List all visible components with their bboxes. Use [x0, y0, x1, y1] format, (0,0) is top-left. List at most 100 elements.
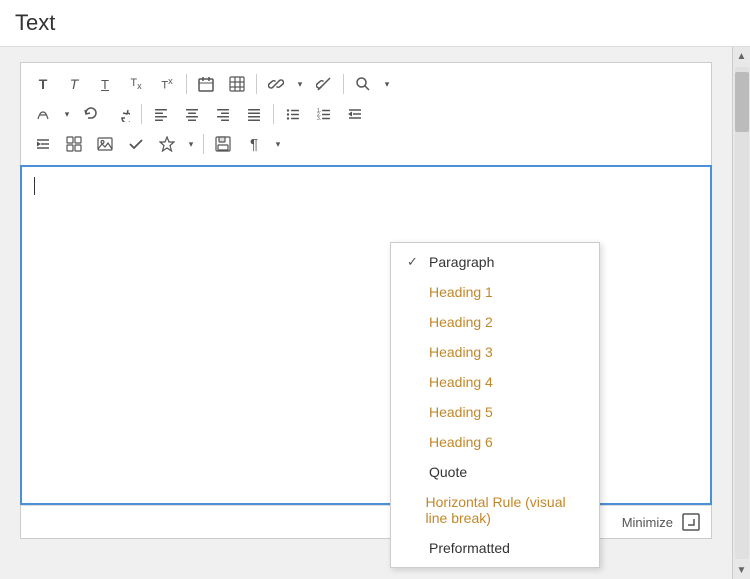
dropdown-item-heading1[interactable]: Heading 1 [391, 277, 599, 307]
table-button[interactable] [60, 131, 88, 157]
bold-button[interactable]: T [29, 71, 57, 97]
checkmark-button[interactable] [122, 131, 150, 157]
checkmark-icon [128, 136, 144, 152]
special-char-dropdown-button[interactable]: ▾ [60, 101, 74, 127]
page-header: Text [0, 0, 750, 47]
dropdown-label-heading1: Heading 1 [429, 284, 493, 300]
scroll-thumb[interactable] [735, 72, 749, 132]
link-icon [268, 76, 284, 92]
dropdown-label-quote: Quote [429, 464, 467, 480]
dropdown-label-paragraph: Paragraph [429, 254, 494, 270]
dropdown-label-heading2: Heading 2 [429, 314, 493, 330]
chevron-down-icon-4: ▾ [189, 139, 194, 150]
toolbar-row-3: ▾ ¶ ▾ [29, 129, 703, 159]
dropdown-item-heading6[interactable]: Heading 6 [391, 427, 599, 457]
image-icon [97, 136, 113, 152]
insert-date-button[interactable] [192, 71, 220, 97]
save-icon [215, 136, 231, 152]
align-left-icon [153, 106, 169, 122]
star-dropdown-button[interactable]: ▾ [184, 131, 198, 157]
dropdown-label-preformatted: Preformatted [429, 540, 510, 556]
align-justify-button[interactable] [240, 101, 268, 127]
main-content: T T T Tx Tx [0, 47, 750, 579]
align-right-icon [215, 106, 231, 122]
paragraph-style-dropdown: ✓ Paragraph Heading 1 Heading 2 Heading … [390, 242, 600, 568]
scroll-track[interactable] [735, 67, 749, 559]
pilcrow-dropdown-button[interactable]: ▾ [271, 131, 285, 157]
dropdown-label-heading6: Heading 6 [429, 434, 493, 450]
undo-icon [83, 106, 99, 122]
align-center-button[interactable] [178, 101, 206, 127]
underline-button[interactable]: T [91, 71, 119, 97]
page-title: Text [15, 10, 55, 36]
dropdown-item-preformatted[interactable]: Preformatted [391, 533, 599, 563]
superscript-button[interactable]: Tx [153, 71, 181, 97]
underline-icon: T [101, 77, 109, 92]
dropdown-label-heading3: Heading 3 [429, 344, 493, 360]
svg-text:3.: 3. [317, 116, 321, 122]
toolbar-row-1: T T T Tx Tx [29, 69, 703, 99]
link-button[interactable] [262, 71, 290, 97]
search-button[interactable] [349, 71, 377, 97]
save-button[interactable] [209, 131, 237, 157]
page-container: Text T T T Tx Tx [0, 0, 750, 579]
star-icon [159, 136, 175, 152]
dropdown-item-horizontal-rule[interactable]: Horizontal Rule (visual line break) [391, 487, 599, 533]
dropdown-item-heading3[interactable]: Heading 3 [391, 337, 599, 367]
insert-table-button[interactable] [223, 71, 251, 97]
dropdown-label-heading5: Heading 5 [429, 404, 493, 420]
scrollbar: ▲ ▼ [732, 47, 750, 579]
editor-body[interactable] [20, 165, 712, 505]
bullet-list-button[interactable] [279, 101, 307, 127]
outdent-icon [347, 106, 363, 122]
align-left-button[interactable] [147, 101, 175, 127]
subscript-button[interactable]: Tx [122, 71, 150, 97]
indent-icon [35, 136, 51, 152]
unlink-button[interactable] [310, 71, 338, 97]
numbered-list-button[interactable]: 1. 2. 3. [310, 101, 338, 127]
search-dropdown-button[interactable]: ▾ [380, 71, 394, 97]
scroll-down-arrow[interactable]: ▼ [733, 561, 750, 579]
unlink-icon [316, 76, 332, 92]
subscript-icon: Tx [130, 77, 141, 91]
chevron-down-icon-2: ▾ [385, 79, 390, 90]
editor-footer: Minimize [20, 505, 712, 539]
check-icon: ✓ [407, 254, 421, 270]
dropdown-item-paragraph[interactable]: ✓ Paragraph [391, 247, 599, 277]
dropdown-label-heading4: Heading 4 [429, 374, 493, 390]
indent-button[interactable] [29, 131, 57, 157]
bullet-list-icon [285, 106, 301, 122]
dropdown-item-heading4[interactable]: Heading 4 [391, 367, 599, 397]
bold-icon: T [39, 76, 48, 92]
separator-3 [343, 74, 344, 94]
dropdown-label-horizontal-rule: Horizontal Rule (visual line break) [426, 494, 583, 526]
numbered-list-icon: 1. 2. 3. [316, 106, 332, 122]
scroll-up-arrow[interactable]: ▲ [733, 47, 750, 65]
image-button[interactable] [91, 131, 119, 157]
pilcrow-icon: ¶ [250, 136, 258, 153]
special-char-icon [35, 106, 51, 122]
dropdown-item-heading2[interactable]: Heading 2 [391, 307, 599, 337]
dropdown-item-quote[interactable]: Quote [391, 457, 599, 487]
italic-icon: T [70, 76, 79, 92]
maximize-svg [682, 513, 700, 531]
outdent-button[interactable] [341, 101, 369, 127]
star-button[interactable] [153, 131, 181, 157]
redo-button[interactable] [108, 101, 136, 127]
pilcrow-button[interactable]: ¶ [240, 131, 268, 157]
separator-2 [256, 74, 257, 94]
separator-1 [186, 74, 187, 94]
chevron-down-icon: ▾ [298, 79, 303, 90]
link-dropdown-button[interactable]: ▾ [293, 71, 307, 97]
maximize-icon[interactable] [681, 512, 701, 532]
special-char-button[interactable] [29, 101, 57, 127]
toolbar: T T T Tx Tx [20, 62, 712, 165]
align-right-button[interactable] [209, 101, 237, 127]
separator-4 [141, 104, 142, 124]
grid-table-icon [66, 136, 82, 152]
dropdown-item-heading5[interactable]: Heading 5 [391, 397, 599, 427]
italic-button[interactable]: T [60, 71, 88, 97]
undo-button[interactable] [77, 101, 105, 127]
align-justify-icon [246, 106, 262, 122]
minimize-button[interactable]: Minimize [622, 515, 673, 530]
